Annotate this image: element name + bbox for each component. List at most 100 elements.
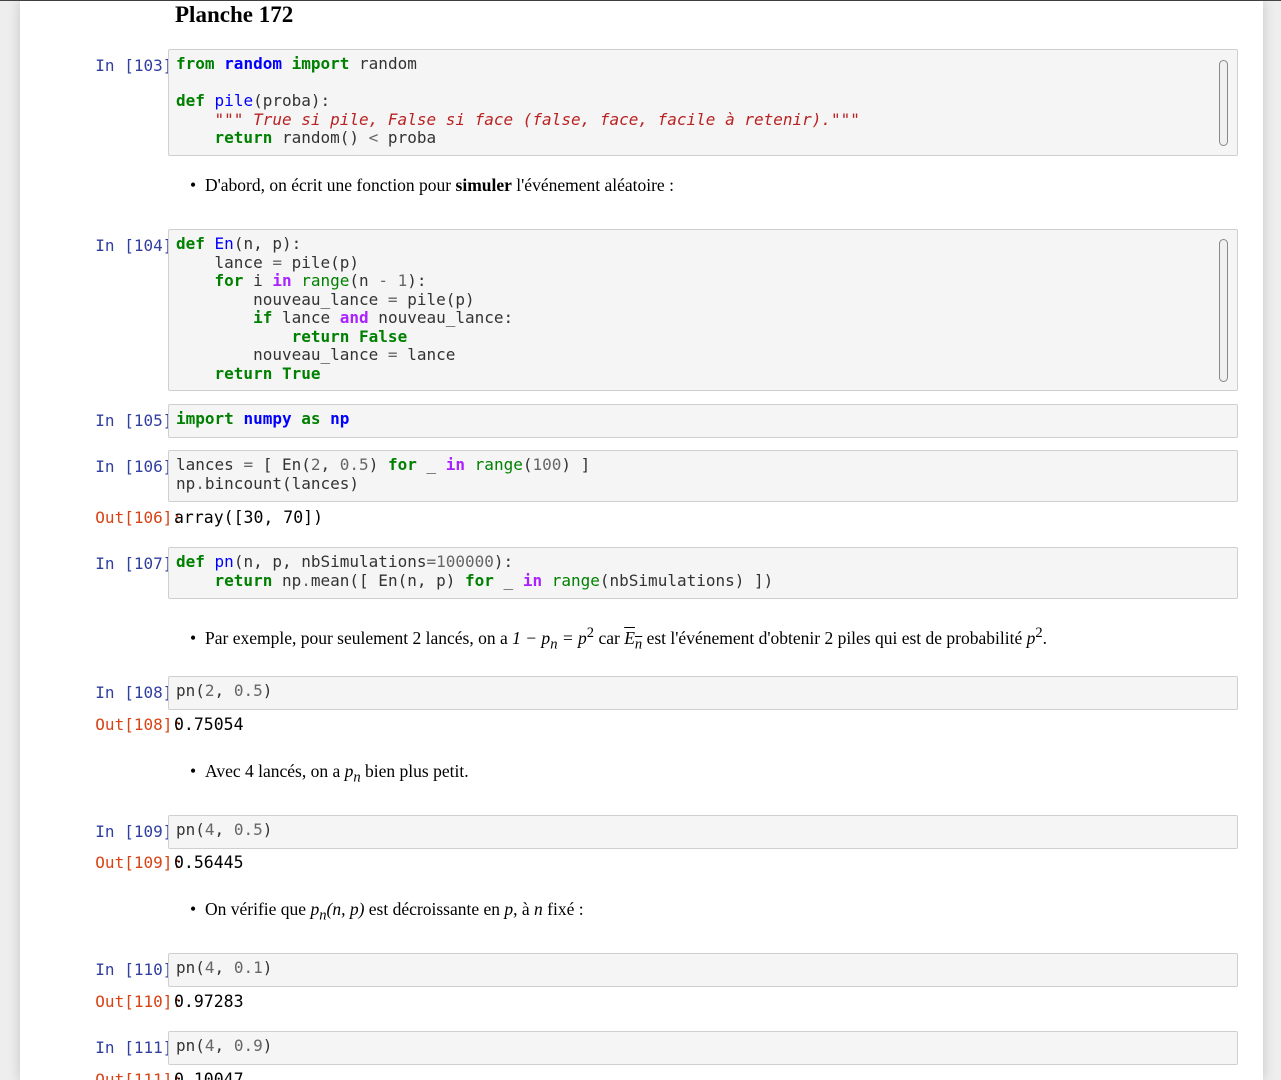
- code-editor[interactable]: from random import random def pile(proba…: [169, 50, 1237, 148]
- code-line: nouveau_lance = lance: [176, 345, 455, 364]
- code-token: 0.9: [233, 1036, 263, 1055]
- code-token: nouveau_lance:: [368, 308, 514, 327]
- math-overline-expression: En: [624, 627, 642, 653]
- code-token: lance: [272, 308, 340, 327]
- code-editor[interactable]: pn(4, 0.5): [169, 816, 1237, 840]
- code-editor[interactable]: pn(2, 0.5): [169, 677, 1237, 701]
- code-token: (nbSimulations) ]): [599, 570, 774, 590]
- markdown-text: .: [1042, 627, 1048, 648]
- code-token: 4: [204, 820, 215, 839]
- code-line: if lance and nouveau_lance:: [176, 308, 513, 327]
- code-editor[interactable]: import numpy as np: [169, 405, 1237, 429]
- code-token: =: [387, 345, 398, 364]
- code-token: np: [176, 473, 196, 493]
- markdown-text: bien plus petit.: [360, 761, 469, 781]
- code-token: pn(: [176, 820, 205, 839]
- code-editor[interactable]: pn(4, 0.1): [169, 954, 1237, 978]
- code-token: pile(p): [397, 289, 475, 309]
- markdown-text: , à: [513, 899, 535, 919]
- math-expression: p: [310, 899, 320, 919]
- code-token: ,: [214, 958, 234, 977]
- code-token: .: [301, 570, 311, 590]
- code-line: return np.mean([ En(n, p) for _ in range…: [176, 570, 774, 590]
- code-token: return: [214, 570, 273, 590]
- code-cell-103[interactable]: from random import random def pile(proba…: [168, 49, 1238, 156]
- code-token: random: [349, 54, 417, 73]
- bullet-mark: •: [190, 175, 197, 195]
- code-cell-110[interactable]: pn(4, 0.1): [168, 953, 1238, 987]
- code-token: (n: [349, 271, 379, 290]
- code-cell-106[interactable]: lances = [ En(2, 0.5) for _ in range(100…: [168, 450, 1238, 502]
- vertical-scrollbar[interactable]: [1219, 60, 1228, 146]
- markdown-bullet: • D'abord, on écrit une fonction pour sim…: [190, 174, 674, 196]
- section-heading: Planche 172: [175, 2, 294, 27]
- code-token: nouveau_lance: [176, 345, 388, 364]
- code-token: 2: [204, 681, 215, 700]
- math-subscript: n: [319, 907, 327, 924]
- code-token: 100000: [436, 552, 494, 571]
- code-token: 0.5: [233, 820, 263, 839]
- markdown-bullet: • On vérifie que pn(n, p) est décroissant…: [190, 898, 584, 927]
- code-token: random: [224, 54, 282, 73]
- bullet-mark: •: [190, 899, 197, 919]
- output-prompt: Out[109]:: [95, 853, 182, 872]
- code-token: lance: [176, 252, 273, 272]
- code-token: lances: [176, 455, 244, 474]
- notebook-page[interactable]: Planche 172 In [103]: from random import…: [20, 1, 1263, 1080]
- code-token: ): [368, 455, 388, 474]
- code-line: def pile(proba):: [176, 91, 330, 110]
- code-token: ,: [320, 455, 340, 474]
- code-editor[interactable]: def En(n, p): lance = pile(p) for i in r…: [169, 230, 1237, 383]
- code-cell-109[interactable]: pn(4, 0.5): [168, 815, 1238, 849]
- code-token: range: [474, 455, 523, 474]
- code-token: 0.5: [233, 681, 263, 700]
- markdown-bullet: • Par exemple, pour seulement 2 lancés, o…: [190, 622, 1047, 655]
- cell-output: array([30, 70]): [174, 508, 324, 527]
- math-superscript: 2: [1035, 625, 1043, 641]
- math-expression: 1 − p: [512, 627, 551, 648]
- code-cell-108[interactable]: pn(2, 0.5): [168, 676, 1238, 710]
- cell-output: 0.97283: [174, 992, 244, 1011]
- code-editor[interactable]: lances = [ En(2, 0.5) for _ in range(100…: [169, 451, 1237, 493]
- code-token: 0.1: [233, 958, 263, 977]
- code-token: 1: [397, 271, 408, 290]
- code-cell-104[interactable]: def En(n, p): lance = pile(p) for i in r…: [168, 229, 1238, 391]
- code-cell-105[interactable]: import numpy as np: [168, 404, 1238, 438]
- code-cell-107[interactable]: def pn(n, p, nbSimulations=100000): retu…: [168, 547, 1238, 599]
- code-line: lance = pile(p): [176, 252, 360, 272]
- code-token: -: [378, 271, 388, 290]
- code-token: pn(: [176, 681, 205, 700]
- code-token: in: [445, 455, 466, 474]
- code-token: =: [387, 289, 398, 309]
- code-token: ,: [214, 1036, 234, 1055]
- code-token: pile(p): [281, 252, 360, 272]
- code-token: def: [176, 552, 205, 571]
- markdown-text: Par exemple, pour seulement 2 lancés, on…: [205, 627, 513, 648]
- code-editor[interactable]: pn(4, 0.9): [169, 1032, 1237, 1056]
- math-expression: E: [624, 627, 635, 648]
- code-token: import: [291, 54, 350, 73]
- vertical-scrollbar[interactable]: [1219, 239, 1228, 382]
- cell-output: 0.75054: [174, 715, 244, 734]
- code-token: <: [368, 128, 379, 147]
- code-editor[interactable]: def pn(n, p, nbSimulations=100000): retu…: [169, 548, 1237, 590]
- code-token: if: [253, 308, 273, 327]
- code-token: in: [272, 271, 292, 290]
- code-cell-111[interactable]: pn(4, 0.9): [168, 1031, 1238, 1065]
- markdown-text: est décroissante en: [364, 899, 505, 919]
- code-token: def: [176, 234, 205, 253]
- code-line: lances = [ En(2, 0.5) for _ in range(100…: [176, 455, 590, 474]
